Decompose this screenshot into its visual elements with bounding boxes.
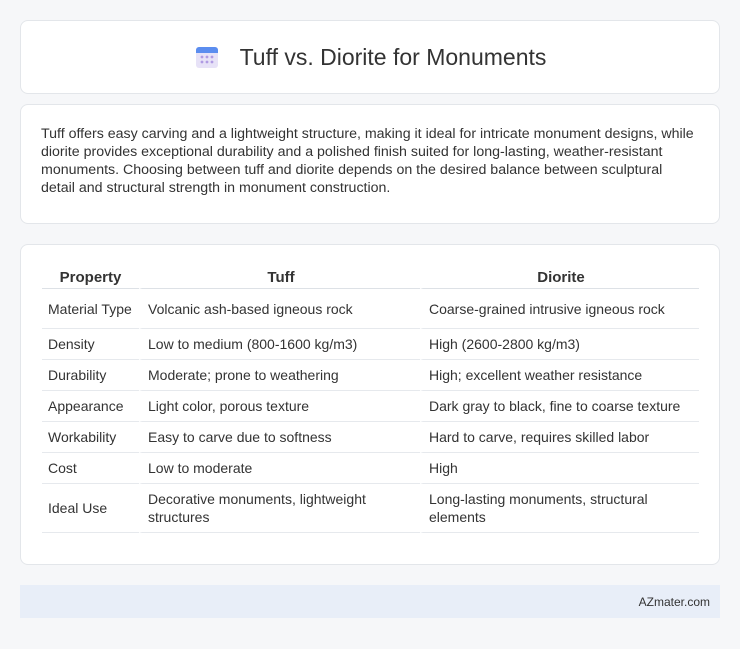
page-title: Tuff vs. Diorite for Monuments: [239, 43, 547, 70]
table-row: Density Low to medium (800-1600 kg/m3) H…: [42, 329, 699, 360]
column-header-tuff: Tuff: [139, 263, 420, 289]
table-row: Durability Moderate; prone to weathering…: [42, 360, 699, 391]
table-row: Ideal Use Decorative monuments, lightwei…: [42, 484, 699, 533]
property-cell: Durability: [42, 360, 139, 391]
diorite-cell: Hard to carve, requires skilled labor: [420, 422, 699, 453]
comparison-table: Property Tuff Diorite Material Type Volc…: [42, 263, 699, 533]
diorite-cell: High (2600-2800 kg/m3): [420, 329, 699, 360]
intro-paragraph: Tuff offers easy carving and a lightweig…: [41, 126, 694, 196]
table-row: Appearance Light color, porous texture D…: [42, 391, 699, 422]
header: Tuff vs. Diorite for Monuments: [194, 43, 547, 71]
diorite-cell: High: [420, 453, 699, 484]
property-cell: Workability: [42, 422, 139, 453]
table-row: Workability Easy to carve due to softnes…: [42, 422, 699, 453]
property-cell: Density: [42, 329, 139, 360]
tuff-cell: Moderate; prone to weathering: [139, 360, 420, 391]
intro-card: Tuff offers easy carving and a lightweig…: [20, 104, 720, 224]
footer: AZmater.com: [20, 585, 720, 618]
diorite-cell: Long-lasting monuments, structural eleme…: [420, 484, 699, 533]
diorite-cell: Dark gray to black, fine to coarse textu…: [420, 391, 699, 422]
table-row: Material Type Volcanic ash-based igneous…: [42, 289, 699, 329]
property-cell: Ideal Use: [42, 484, 139, 533]
tuff-cell: Light color, porous texture: [139, 391, 420, 422]
property-cell: Cost: [42, 453, 139, 484]
property-cell: Material Type: [42, 289, 139, 329]
tuff-cell: Low to moderate: [139, 453, 420, 484]
header-card: Tuff vs. Diorite for Monuments: [20, 20, 720, 94]
comparison-card: Property Tuff Diorite Material Type Volc…: [20, 244, 720, 565]
property-cell: Appearance: [42, 391, 139, 422]
column-header-property: Property: [42, 263, 139, 289]
column-header-diorite: Diorite: [420, 263, 699, 289]
tuff-cell: Volcanic ash-based igneous rock: [139, 289, 420, 329]
calendar-icon: [195, 47, 218, 68]
table-header-row: Property Tuff Diorite: [42, 263, 699, 289]
tuff-cell: Low to medium (800-1600 kg/m3): [139, 329, 420, 360]
table-row: Cost Low to moderate High: [42, 453, 699, 484]
tuff-cell: Decorative monuments, lightweight struct…: [139, 484, 420, 533]
diorite-cell: High; excellent weather resistance: [420, 360, 699, 391]
tuff-cell: Easy to carve due to softness: [139, 422, 420, 453]
footer-site-link[interactable]: AZmater.com: [639, 595, 710, 609]
diorite-cell: Coarse-grained intrusive igneous rock: [420, 289, 699, 329]
